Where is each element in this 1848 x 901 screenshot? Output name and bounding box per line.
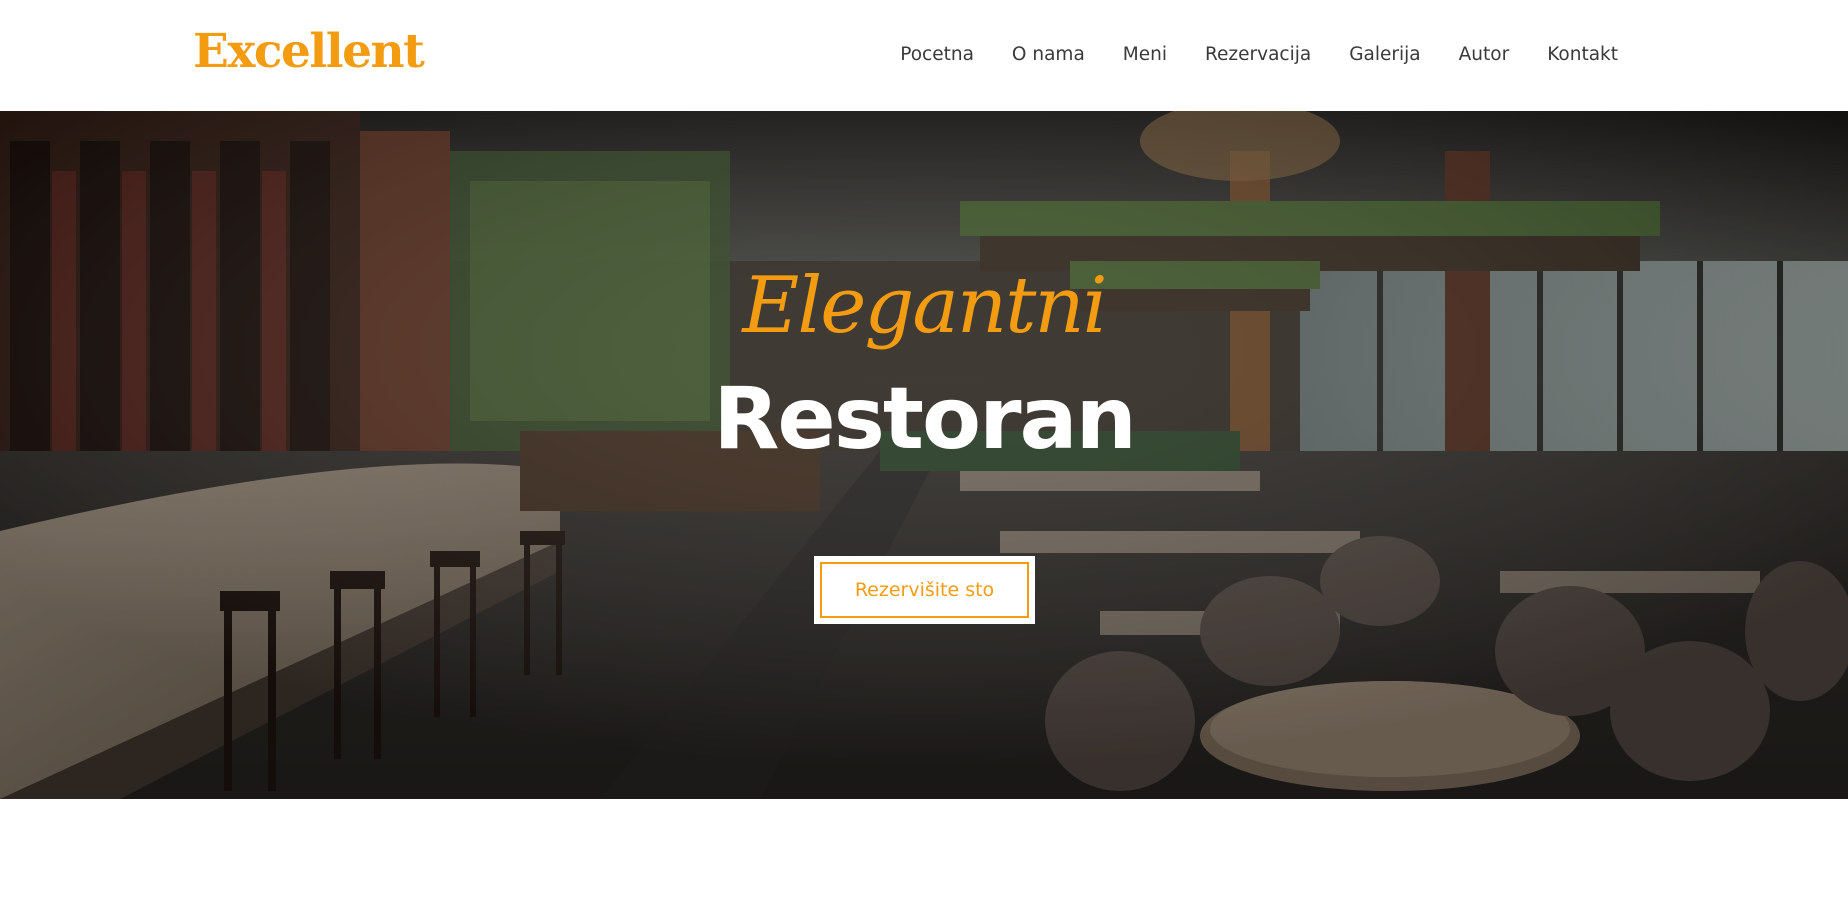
- page-content-start: [0, 799, 1848, 901]
- reservation-button-frame: Rezervišite sto: [814, 556, 1035, 624]
- nav-item-galerija[interactable]: Galerija: [1349, 40, 1420, 70]
- nav-item-kontakt[interactable]: Kontakt: [1547, 40, 1618, 70]
- hero-main-title: Restoran: [713, 369, 1137, 469]
- nav-item-autor[interactable]: Autor: [1459, 40, 1510, 70]
- site-logo[interactable]: Excellent: [193, 22, 425, 82]
- nav-item-meni[interactable]: Meni: [1123, 40, 1167, 70]
- main-nav: Pocetna O nama Meni Rezervacija Galerija…: [900, 40, 1618, 70]
- hero-script-title: Elegantni: [742, 261, 1107, 351]
- reserve-table-button[interactable]: Rezervišite sto: [820, 562, 1029, 618]
- nav-item-rezervacija[interactable]: Rezervacija: [1205, 40, 1311, 70]
- nav-item-pocetna[interactable]: Pocetna: [900, 40, 974, 70]
- site-header: Excellent Pocetna O nama Meni Rezervacij…: [0, 0, 1848, 111]
- nav-item-o-nama[interactable]: O nama: [1012, 40, 1085, 70]
- hero-section: Elegantni Restoran Rezervišite sto: [0, 111, 1848, 799]
